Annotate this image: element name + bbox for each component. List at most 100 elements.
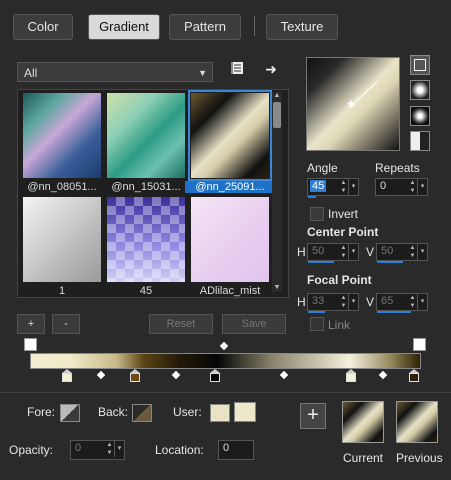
tab-pattern[interactable]: Pattern <box>169 14 241 40</box>
opacity-stop-end[interactable] <box>413 338 426 351</box>
focal-v-spinbox[interactable]: 65 ▲ ▼ ▾ <box>376 293 428 313</box>
add-gradient-button[interactable]: + <box>17 314 45 334</box>
center-h-stepper-arrows[interactable]: ▲ ▼ <box>339 244 348 260</box>
gradient-swatch[interactable]: @nn_08051... <box>23 93 101 193</box>
swatch-preview <box>191 93 269 178</box>
center-h-label: H <box>297 245 306 259</box>
tab-texture[interactable]: Texture <box>266 14 338 40</box>
radial-style-button[interactable] <box>410 131 430 151</box>
gradient-swatch-selected[interactable]: @nn_25091... <box>185 90 275 193</box>
swatch-label: @nn_08051... <box>27 181 97 193</box>
user-color-swatch[interactable] <box>234 402 256 422</box>
linear-style-button[interactable] <box>410 55 430 75</box>
gradient-swatch[interactable]: 1 <box>23 197 101 297</box>
focal-v-value: 65 <box>381 295 394 307</box>
swatch-label: @nn_15031... <box>111 181 181 193</box>
user-swatch[interactable] <box>210 404 230 422</box>
center-v-spinbox[interactable]: 50 ▲ ▼ ▾ <box>376 243 428 263</box>
focal-v-dropdown-icon[interactable]: ▾ <box>417 294 427 310</box>
focal-h-value: 33 <box>312 295 325 307</box>
focal-h-slider-fill <box>308 311 325 313</box>
library-filter-dropdown[interactable]: All ▼ <box>17 62 213 82</box>
color-stop[interactable] <box>409 369 419 382</box>
current-swatch[interactable] <box>342 401 384 443</box>
opacity-spinbox[interactable]: 0 ▲ ▼ ▾ <box>70 440 125 460</box>
svg-text:✱: ✱ <box>347 100 355 111</box>
chevron-down-icon: ▼ <box>198 68 207 78</box>
gradient-swatch[interactable]: 45 <box>107 197 185 297</box>
center-v-slider-fill <box>377 261 403 263</box>
swatch-label: @nn_25091... <box>185 181 275 193</box>
link-label: Link <box>328 318 351 332</box>
sunburst-style-button[interactable] <box>410 106 430 126</box>
library-scrollbar[interactable]: ▲ ▼ <box>272 92 282 292</box>
center-v-dropdown-icon[interactable]: ▾ <box>417 244 427 260</box>
color-stop[interactable] <box>62 369 72 382</box>
color-midpoint-marker[interactable] <box>279 370 289 380</box>
color-stop[interactable] <box>210 369 220 382</box>
repeats-label: Repeats <box>375 161 420 175</box>
gradient-swatch[interactable]: ADlilac_mist <box>191 197 269 297</box>
center-h-spinbox[interactable]: 50 ▲ ▼ ▾ <box>307 243 359 263</box>
color-midpoint-marker[interactable] <box>378 370 388 380</box>
arrow-right-icon[interactable]: ➜ <box>262 60 280 78</box>
book-icon[interactable] <box>228 60 246 78</box>
scroll-down-icon[interactable]: ▼ <box>272 284 282 292</box>
gradient-swatch[interactable]: @nn_15031... <box>107 93 185 193</box>
gradient-preview[interactable]: ✱ <box>306 57 400 151</box>
gradient-editor-bar[interactable] <box>30 353 421 369</box>
previous-swatch[interactable] <box>396 401 438 443</box>
opacity-value: 0 <box>75 442 82 454</box>
scrollbar-thumb[interactable] <box>273 102 281 128</box>
color-stop[interactable] <box>130 369 140 382</box>
opacity-stop-start[interactable] <box>24 338 37 351</box>
opacity-label: Opacity: <box>9 443 54 457</box>
save-button[interactable]: Save <box>222 314 286 334</box>
tab-color[interactable]: Color <box>13 14 73 40</box>
angle-dropdown-icon[interactable]: ▾ <box>348 179 358 195</box>
swatch-preview <box>191 197 269 282</box>
library-filter-value: All <box>24 66 38 80</box>
current-label: Current <box>343 451 384 465</box>
remove-gradient-button[interactable]: - <box>52 314 80 334</box>
tab-gradient[interactable]: Gradient <box>88 14 160 40</box>
color-midpoint-marker[interactable] <box>171 370 181 380</box>
angle-label: Angle <box>307 161 338 175</box>
rectangular-style-button[interactable] <box>410 80 430 100</box>
repeats-value: 0 <box>380 180 387 192</box>
section-divider <box>0 392 451 393</box>
color-stop[interactable] <box>346 369 356 382</box>
reset-button[interactable]: Reset <box>149 314 213 334</box>
focal-h-spinbox[interactable]: 33 ▲ ▼ ▾ <box>307 293 359 313</box>
center-h-slider-fill <box>308 261 334 263</box>
gradient-library-grid: @nn_08051... @nn_15031... @nn_25091... 1… <box>17 89 289 298</box>
link-checkbox[interactable] <box>310 317 324 331</box>
focal-h-stepper-arrows[interactable]: ▲ ▼ <box>339 294 348 310</box>
opacity-stepper-arrows[interactable]: ▲ ▼ <box>105 441 114 457</box>
add-to-swatches-button[interactable]: + <box>300 403 326 429</box>
invert-label: Invert <box>328 207 359 221</box>
repeats-stepper-arrows[interactable]: ▲ ▼ <box>408 179 417 195</box>
repeats-spinbox[interactable]: 0 ▲ ▼ ▾ <box>375 178 428 196</box>
opacity-midpoint-marker[interactable] <box>219 341 229 351</box>
swatch-preview <box>23 197 101 282</box>
scroll-up-icon[interactable]: ▲ <box>272 92 282 100</box>
center-h-dropdown-icon[interactable]: ▾ <box>348 244 358 260</box>
angle-slider-fill <box>308 196 316 198</box>
back-swatch[interactable] <box>132 404 152 422</box>
opacity-dropdown-icon[interactable]: ▾ <box>114 441 124 457</box>
focal-h-dropdown-icon[interactable]: ▾ <box>348 294 358 310</box>
angle-stepper-arrows[interactable]: ▲ ▼ <box>339 179 348 195</box>
location-label: Location: <box>155 443 204 457</box>
center-v-stepper-arrows[interactable]: ▲ ▼ <box>408 244 417 260</box>
repeats-dropdown-icon[interactable]: ▾ <box>417 179 427 195</box>
center-h-value: 50 <box>312 245 325 257</box>
color-midpoint-marker[interactable] <box>96 370 106 380</box>
fore-label: Fore: <box>27 405 56 419</box>
location-input[interactable]: 0 <box>218 440 254 460</box>
fore-swatch[interactable] <box>60 404 80 422</box>
focal-v-stepper-arrows[interactable]: ▲ ▼ <box>408 294 417 310</box>
angle-spinbox[interactable]: 45 ▲ ▼ ▾ <box>307 178 359 198</box>
focal-h-label: H <box>297 295 306 309</box>
invert-checkbox[interactable] <box>310 207 324 221</box>
